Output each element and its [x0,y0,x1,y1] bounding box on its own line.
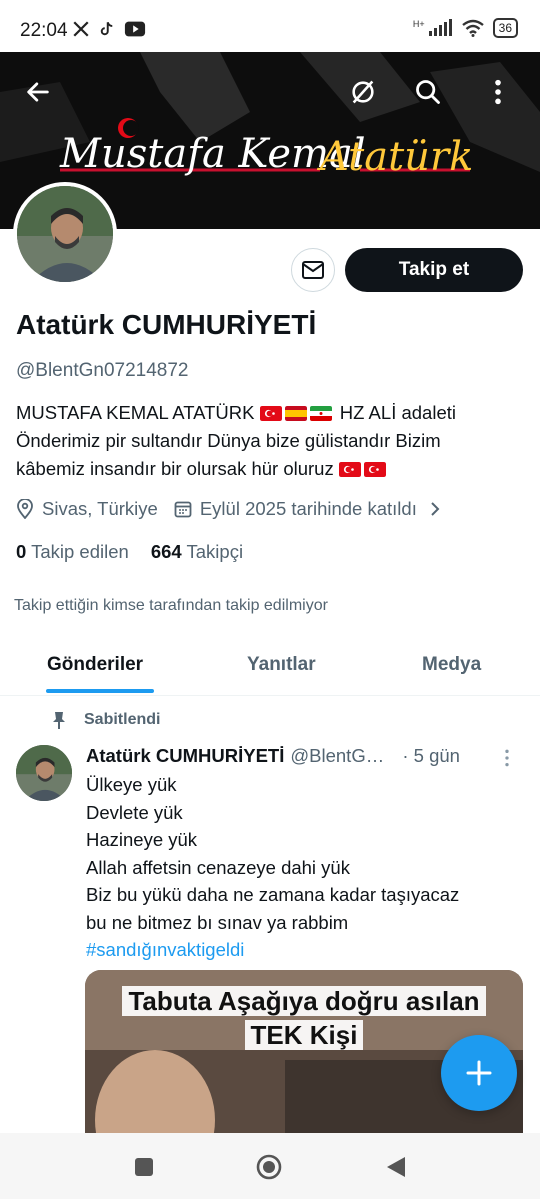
status-time: 22:04 [20,20,68,41]
pinned-indicator: Sabitlendi [50,710,160,730]
tweet-more-button[interactable] [503,748,511,773]
location-text: Sivas, Türkiye [42,498,158,519]
notification-icons [72,20,146,38]
bio-text-1-tail: HZ ALİ adaleti [339,402,456,423]
bio-text-2: Önderimiz pir sultandır Dünya bize gülis… [16,430,441,451]
pinned-label: Sabitlendi [84,711,161,728]
media-caption-line-1: Tabuta Aşağıya doğru asılan [122,986,486,1016]
tweet-header: Atatürk CUMHURİYETİ @BlentGn07214872 · 5… [86,745,526,767]
tweet-author-handle[interactable]: @BlentGn07214872 [290,745,390,767]
grok-icon [352,80,374,104]
more-vertical-icon [505,749,509,767]
signal-icon [428,19,452,36]
square-icon [135,1158,153,1176]
profile-joined[interactable]: Eylül 2025 tarihinde katıldı [174,498,441,520]
calendar-icon [174,501,192,518]
arrow-left-icon [27,82,49,102]
tweet-line: bu ne bitmez bı sınav ya rabbim [86,911,349,933]
tab-media[interactable]: Medya [422,654,481,676]
tweet-timestamp[interactable]: · 5 gün [402,745,460,767]
tiktok-icon [100,21,113,36]
envelope-icon [302,261,324,279]
wifi-icon [461,19,484,37]
youtube-icon [124,21,146,37]
system-nav-bar [0,1133,540,1199]
tweet-author-name[interactable]: Atatürk CUMHURİYETİ [86,745,284,767]
profile-display-name: Atatürk CUMHURİYETİ [16,309,317,340]
chevron-right-icon [431,502,440,516]
plus-icon [466,1060,492,1086]
following-label: Takip edilen [31,541,129,562]
message-button[interactable] [291,248,335,292]
profile-tabs: Gönderiler Yanıtlar Medya [0,642,540,696]
profile-avatar[interactable] [13,182,117,286]
profile-meta: Sivas, Türkiye Eylül 2025 tarihinde katı… [16,498,457,520]
banner-title-2: Atatürk [316,134,473,180]
system-icons: H+ 36 [413,18,518,38]
bio-text-3: kâbemiz insandır bir olursak hür oluruz [16,458,334,479]
avatar-photo [16,745,72,801]
tweet-line: Biz bu yükü daha ne zamana kadar taşıyac… [86,884,460,905]
tab-posts[interactable]: Gönderiler [47,654,143,676]
tweet-line: Hazineye yük [86,829,198,850]
followers-stat[interactable]: 664 Takipçi [151,541,243,563]
compose-button[interactable] [441,1035,517,1111]
network-type-label: H+ [412,19,425,29]
search-button[interactable] [408,72,448,112]
tab-replies[interactable]: Yanıtlar [247,654,316,676]
profile-bio: MUSTAFA KEMAL ATATÜRK HZ ALİ adaleti Önd… [16,399,526,483]
x-logo-icon [73,21,89,37]
tweet-line: Allah affetsin cenazeye dahi yük [86,856,350,878]
following-stat[interactable]: 0 Takip edilen [16,541,129,563]
tweet-text: Ülkeye yük Devlete yük Hazineye yük Alla… [86,771,516,964]
more-vertical-icon [495,79,501,105]
turkey-flag-icon [363,462,386,477]
battery-indicator: 36 [492,18,518,38]
turkey-flag-icon [259,406,282,421]
tweet-avatar[interactable] [16,745,72,801]
following-count: 0 [16,541,27,562]
active-tab-indicator [46,689,154,693]
media-caption-line-2: TEK Kişi [244,1020,364,1050]
follow-stats: 0 Takip edilen 664 Takipçi [16,541,243,563]
triangle-back-icon [387,1157,405,1177]
followers-label: Takipçi [186,541,244,562]
tweet-line: Devlete yük [86,801,183,823]
spain-flag-icon [284,406,307,421]
home-circle-icon [256,1154,282,1180]
back-nav-button[interactable] [382,1153,410,1181]
profile-handle: @BlentGn07214872 [16,360,189,381]
not-followed-note: Takip ettiğin kimse tarafından takip edi… [14,597,328,614]
grok-button[interactable] [343,72,383,112]
pin-icon [53,712,65,729]
avatar-photo [17,186,113,282]
turkey-flag-icon [338,462,361,477]
iran-flag-icon [309,406,332,421]
search-icon [416,80,440,104]
followers-count: 664 [150,541,182,562]
status-bar: 22:04 H+ 36 [0,0,540,52]
tweet-line: Ülkeye yük [86,774,177,795]
home-button[interactable] [255,1153,283,1181]
profile-location: Sivas, Türkiye [16,498,158,520]
recents-button[interactable] [130,1153,158,1181]
back-button[interactable] [18,72,58,112]
joined-text: Eylül 2025 tarihinde katıldı [199,498,417,519]
follow-button[interactable]: Takip et [345,248,523,292]
tweet-hashtag[interactable]: #sandığınvaktigeldi [86,936,516,964]
location-pin-icon [17,499,33,519]
bio-text-1: MUSTAFA KEMAL ATATÜRK [16,402,255,423]
more-options-button[interactable] [478,72,518,112]
